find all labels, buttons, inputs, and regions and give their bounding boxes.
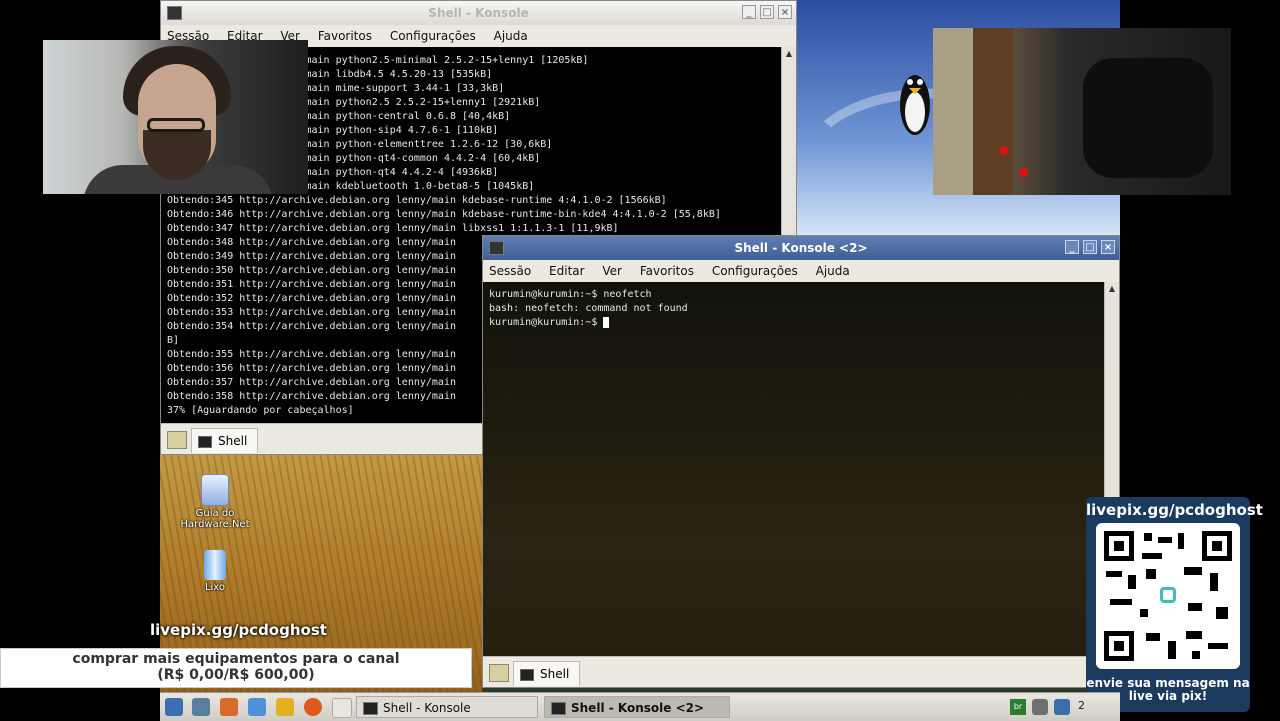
webcam-desk-overlay — [933, 28, 1231, 195]
konsole-1-title: Shell - Konsole — [428, 6, 529, 20]
goal-title: comprar mais equipamentos para o canal — [72, 651, 400, 667]
scroll-up-arrow-icon[interactable]: ▲ — [782, 47, 796, 61]
keyboard-layout-icon[interactable]: br — [1010, 699, 1026, 715]
pix-qr-card: livepix.gg/pcdoghost envie sua mensagem … — [1086, 497, 1263, 712]
network-icon[interactable] — [1054, 699, 1070, 715]
webcam-face-overlay — [43, 40, 308, 194]
menu-ajuda[interactable]: Ajuda — [816, 264, 850, 278]
desktop-icon-lixo[interactable]: Lixo — [170, 550, 260, 593]
file-manager-icon[interactable] — [248, 698, 266, 716]
terminal-line: bash: neofetch: command not found — [489, 303, 688, 314]
goal-progress: (R$ 0,00/R$ 600,00) — [157, 667, 315, 683]
tab-shell-label: Shell — [218, 434, 248, 448]
tab-shell-label: Shell — [540, 667, 570, 681]
desktop-icon-label: Lixo — [204, 582, 226, 593]
konsole-2-terminal[interactable]: kurumin@kurumin:~$ neofetch bash: neofetc… — [483, 282, 1105, 656]
terminal-prompt-line: kurumin@kurumin:~$ — [489, 316, 1105, 330]
app-launcher-icon[interactable] — [276, 698, 294, 716]
close-button[interactable]: × — [778, 5, 792, 19]
konsole-window-2: Shell - Konsole <2> _ □ × Sessão Editar … — [482, 235, 1120, 688]
taskbar-task-konsole-1[interactable]: Shell - Konsole — [356, 696, 538, 718]
menu-configuracoes[interactable]: Configurações — [712, 264, 798, 278]
document-icon — [201, 474, 229, 506]
terminal-icon — [363, 702, 378, 715]
konsole-2-titlebar[interactable]: Shell - Konsole <2> _ □ × — [483, 236, 1119, 260]
terminal-icon — [489, 241, 504, 255]
new-tab-icon[interactable] — [167, 431, 187, 449]
kget-icon[interactable] — [332, 698, 352, 718]
tab-shell[interactable]: Shell — [513, 661, 581, 686]
maximize-button[interactable]: □ — [760, 5, 774, 19]
konsole-2-menubar: Sessão Editar Ver Favoritos Configuraçõe… — [483, 260, 1119, 282]
taskbar-task-konsole-2[interactable]: Shell - Konsole <2> — [544, 696, 730, 718]
menu-configuracoes[interactable]: Configurações — [390, 29, 476, 43]
donation-goal-box: comprar mais equipamentos para o canal (… — [0, 648, 472, 688]
volume-icon[interactable] — [1032, 699, 1048, 715]
desktop-icon-label: Guia do Hardware.Net — [180, 508, 250, 530]
minimize-button[interactable]: _ — [1065, 240, 1079, 254]
menu-editar[interactable]: Editar — [549, 264, 585, 278]
terminal-line: Obtendo:345 http://archive.debian.org le… — [167, 195, 667, 206]
livepix-url-label: livepix.gg/pcdoghost — [150, 621, 327, 639]
konsole-1-titlebar[interactable]: Shell - Konsole _ □ × — [161, 1, 796, 25]
home-icon[interactable] — [220, 698, 238, 716]
clock-partial: 2 — [1078, 699, 1085, 712]
desktop-icon-guia-hardware[interactable]: Guia do Hardware.Net — [170, 474, 260, 530]
tux-penguin-icon — [900, 75, 930, 135]
new-tab-icon[interactable] — [489, 664, 509, 682]
terminal-icon — [551, 702, 566, 715]
konsole-2-tabbar: Shell — [483, 656, 1119, 687]
qr-code-icon — [1096, 523, 1240, 669]
taskbar: Shell - Konsole Shell - Konsole <2> br 2 — [160, 692, 1120, 721]
kde-menu-icon[interactable] — [165, 698, 183, 716]
menu-ver[interactable]: Ver — [602, 264, 622, 278]
terminal-icon — [520, 668, 534, 681]
show-desktop-icon[interactable] — [192, 698, 210, 716]
menu-favoritos[interactable]: Favoritos — [640, 264, 694, 278]
tab-shell[interactable]: Shell — [191, 428, 259, 453]
konsole-2-title: Shell - Konsole <2> — [734, 241, 868, 255]
close-button[interactable]: × — [1101, 240, 1115, 254]
terminal-line: Obtendo:347 http://archive.debian.org le… — [167, 223, 619, 234]
trash-icon — [204, 550, 226, 580]
menu-ajuda[interactable]: Ajuda — [494, 29, 528, 43]
maximize-button[interactable]: □ — [1083, 240, 1097, 254]
firefox-icon[interactable] — [304, 698, 322, 716]
text-cursor — [603, 316, 610, 328]
terminal-icon — [167, 6, 182, 20]
terminal-icon — [198, 435, 212, 448]
taskbar-task-label: Shell - Konsole — [383, 701, 471, 715]
menu-favoritos[interactable]: Favoritos — [318, 29, 372, 43]
terminal-prompt: kurumin@kurumin:~$ — [489, 317, 604, 328]
minimize-button[interactable]: _ — [742, 5, 756, 19]
taskbar-task-label: Shell - Konsole <2> — [571, 701, 705, 715]
terminal-line: Obtendo:346 http://archive.debian.org le… — [167, 209, 721, 220]
pix-url-label: livepix.gg/pcdoghost — [1086, 501, 1263, 519]
terminal-line: kurumin@kurumin:~$ neofetch — [489, 289, 652, 300]
scroll-up-arrow-icon[interactable]: ▲ — [1105, 282, 1119, 296]
menu-sessao[interactable]: Sessão — [489, 264, 531, 278]
